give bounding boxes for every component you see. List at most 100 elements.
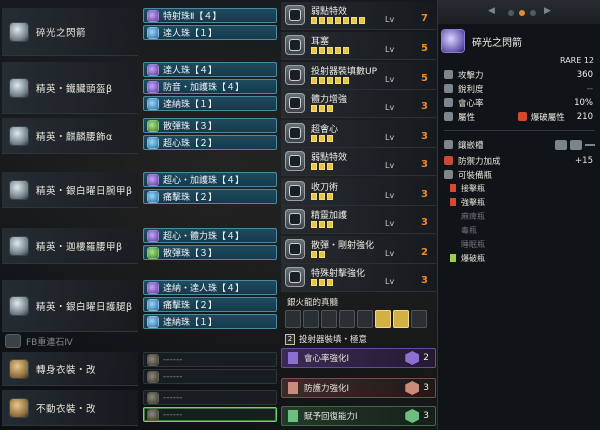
equipment-panel: 碎光之閃箭 特射珠Ⅱ【４】 達人珠【１】 精英・鐵臟頭盔β 達人珠【４】 防音・…	[0, 0, 280, 430]
decoration-slot[interactable]: 達人珠【１】	[143, 25, 277, 40]
decoration-slot[interactable]: 散彈珠【３】	[143, 245, 277, 260]
equip-slot-header[interactable]: 精英・鐵臟頭盔β	[2, 62, 138, 114]
equip-slot-waist[interactable]: 精英・迦樓羅腰甲β 超心・體力珠【４】 散彈珠【３】	[2, 228, 278, 264]
page-dot[interactable]	[508, 10, 514, 16]
skill-row[interactable]: 特殊射擊強化 Lv 3	[281, 264, 436, 292]
slot-icon	[444, 140, 453, 149]
armor-piece-icon	[393, 310, 409, 328]
weapon-header: 碎光之閃箭	[438, 26, 600, 56]
decoration-slot[interactable]: 超心珠【２】	[143, 135, 277, 150]
equip-slot-header[interactable]: 不動衣裝・改	[2, 390, 138, 426]
decoration-label: 痛擊珠【２】	[163, 301, 218, 311]
skill-lv-label: Lv	[385, 103, 395, 112]
skill-row[interactable]: 耳塞 Lv 5	[281, 32, 436, 60]
equip-slot-header[interactable]: 碎光之閃箭	[2, 8, 138, 56]
skill-icon	[285, 35, 305, 55]
set-skill-row[interactable]: 防護力強化Ⅰ 3	[281, 378, 436, 398]
equip-slot-header[interactable]: 精英・銀白曜日護腿β	[2, 280, 138, 332]
skill-row[interactable]: 超會心 Lv 3	[281, 120, 436, 148]
coating-vial-icon	[450, 240, 456, 248]
equip-slot-layered-1[interactable]: 轉身衣裝・改 ------ ------	[2, 352, 278, 386]
skill-name: 超會心	[311, 125, 339, 135]
skill-level-bar	[311, 193, 333, 200]
decoration-slot[interactable]: 痛擊珠【２】	[143, 189, 277, 204]
skill-row[interactable]: 精靈加護 Lv 3	[281, 206, 436, 234]
equip-slot-chest[interactable]: 精英・麒麟腰飾α 散彈珠【３】 超心珠【２】	[2, 118, 278, 154]
decoration-slot-empty[interactable]: ------	[143, 390, 277, 405]
skill-row[interactable]: 弱點特效 Lv 3	[281, 148, 436, 176]
set-bonus-name: 投射器裝填・極意	[299, 335, 368, 345]
equip-name: 精英・迦樓羅腰甲β	[36, 241, 123, 253]
decoration-slot[interactable]: 達納珠【１】	[143, 314, 277, 329]
skill-name: 耳塞	[311, 37, 330, 47]
skill-level-pip	[327, 221, 333, 228]
skill-level-pip	[327, 17, 333, 24]
set-skill-name: 會心率強化Ⅰ	[304, 354, 350, 364]
equip-slot-layered-2[interactable]: 不動衣裝・改 ------ ------	[2, 390, 278, 426]
skill-level-pip	[311, 77, 317, 84]
arrow-right-icon[interactable]: ▶	[544, 6, 551, 16]
coating-name: 睡眠瓶	[461, 239, 485, 249]
set-bonus-tracker: FB重連石Ⅳ	[2, 334, 278, 348]
skill-icon	[285, 65, 305, 85]
skill-row[interactable]: 投射器裝填數UP Lv 5	[281, 62, 436, 90]
equip-name: 不動衣裝・改	[36, 403, 97, 415]
armor-piece-icon	[321, 310, 337, 328]
decoration-list: 散彈珠【３】 超心珠【２】	[143, 118, 277, 152]
equip-slot-legs[interactable]: 精英・銀白曜日護腿β 達納・達人珠【４】 痛擊珠【２】 達納珠【１】	[2, 280, 278, 332]
skill-level: 3	[421, 217, 428, 228]
decoration-slot[interactable]: 達人珠【４】	[143, 62, 277, 77]
stat-sharpness: 銳利度 --	[438, 82, 600, 95]
equip-slot-header[interactable]: 精英・銀白曜日腕甲β	[2, 172, 138, 208]
decoration-jewel-icon	[148, 64, 158, 75]
equip-slot-header[interactable]: 精英・麒麟腰飾α	[2, 118, 138, 154]
decoration-slot[interactable]: 超心・加護珠【４】	[143, 172, 277, 187]
page-dot[interactable]	[530, 10, 536, 16]
set-skill-row[interactable]: 會心率強化Ⅰ 2	[281, 348, 436, 368]
decoration-slot[interactable]: 散彈珠【３】	[143, 118, 277, 133]
decoration-slot[interactable]: 特射珠Ⅱ【４】	[143, 8, 277, 23]
skill-level-pip	[311, 221, 317, 228]
skill-level: 3	[421, 131, 428, 142]
helmet-icon	[10, 78, 28, 97]
decoration-label: 超心・體力珠【４】	[163, 232, 245, 242]
skill-lv-label: Lv	[385, 161, 395, 170]
coating-item: 麻痺瓶	[450, 210, 600, 222]
set-skill-row[interactable]: 賦予回復能力Ⅰ 3	[281, 406, 436, 426]
decoration-slot[interactable]: 達納珠【１】	[143, 96, 277, 111]
skill-row[interactable]: 收刀術 Lv 3	[281, 178, 436, 206]
arrow-left-icon[interactable]: ◀	[488, 6, 495, 16]
skill-level-pip	[335, 17, 341, 24]
equip-slot-header[interactable]: 轉身衣裝・改	[2, 352, 138, 386]
coating-name: 麻痺瓶	[461, 211, 485, 221]
decoration-label: 達人珠【１】	[163, 29, 218, 39]
decoration-slot[interactable]: 防音・加護珠【４】	[143, 79, 277, 94]
skill-name: 特殊射擊強化	[311, 269, 366, 279]
decoration-slot-selected[interactable]: ------	[143, 407, 277, 422]
skill-icon	[285, 181, 305, 201]
decoration-slot-empty[interactable]: ------	[143, 369, 277, 384]
equip-slot-weapon[interactable]: 碎光之閃箭 特射珠Ⅱ【４】 達人珠【１】	[2, 8, 278, 56]
decoration-slot[interactable]: 超心・體力珠【４】	[143, 228, 277, 243]
skill-level-pip	[311, 163, 317, 170]
skill-row[interactable]: 弱點特效 Lv 7	[281, 2, 436, 30]
set-skill-count: 3	[423, 383, 429, 393]
skill-level-bar	[311, 77, 349, 84]
equip-slot-arms[interactable]: 精英・銀白曜日腕甲β 超心・加護珠【４】 痛擊珠【２】	[2, 172, 278, 208]
equip-slot-header[interactable]: 精英・迦樓羅腰甲β	[2, 228, 138, 264]
skill-row[interactable]: 體力增強 Lv 3	[281, 90, 436, 118]
skill-level-pip	[343, 77, 349, 84]
skill-level-bar	[311, 163, 333, 170]
gem-icon	[405, 409, 420, 423]
decoration-slot[interactable]: 痛擊珠【２】	[143, 297, 277, 312]
equip-slot-head[interactable]: 精英・鐵臟頭盔β 達人珠【４】 防音・加護珠【４】 達納珠【１】	[2, 62, 278, 114]
decoration-label: 超心珠【２】	[163, 139, 218, 149]
stat-attack: 攻擊力 360	[438, 68, 600, 81]
decoration-slot[interactable]: 達納・達人珠【４】	[143, 280, 277, 295]
decoration-slot-empty[interactable]: ------	[143, 352, 277, 367]
equip-name: 精英・銀白曜日腕甲β	[36, 185, 133, 197]
skill-row[interactable]: 散彈・剛射強化 Lv 2	[281, 236, 436, 264]
armor-piece-icon	[357, 310, 373, 328]
skill-lv-label: Lv	[385, 15, 395, 24]
page-dot-active[interactable]	[519, 10, 525, 16]
